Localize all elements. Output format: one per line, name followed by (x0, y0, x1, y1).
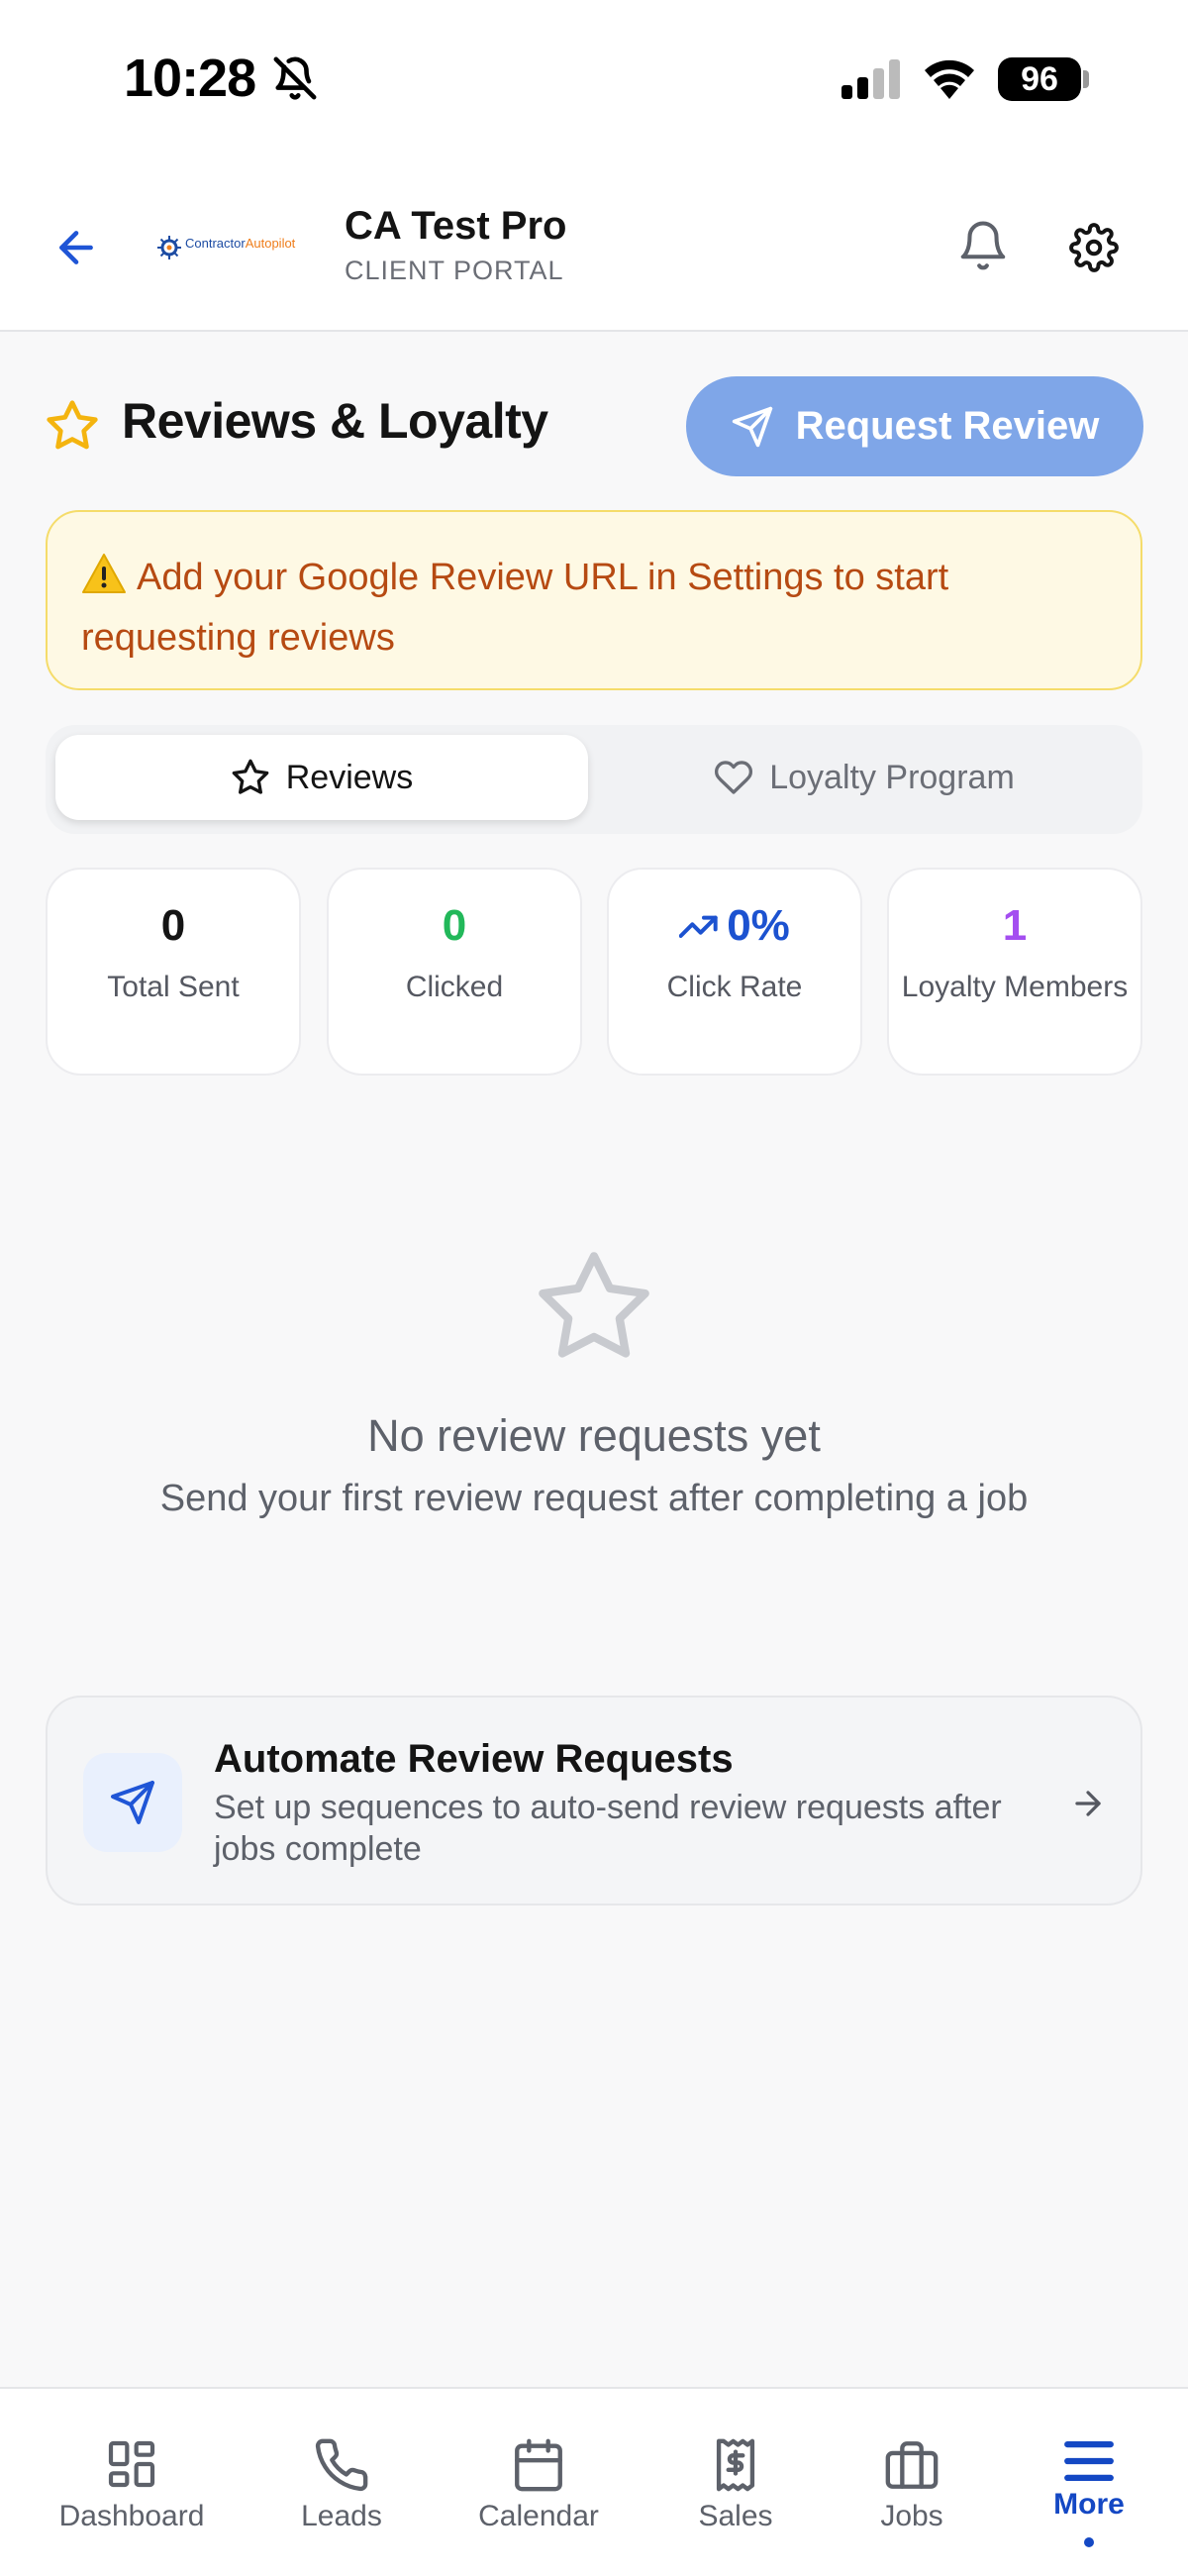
stat-card-loyalty-members: 1 Loyalty Members (887, 868, 1142, 1076)
send-icon (111, 1781, 154, 1824)
battery-indicator: 96 (998, 57, 1081, 101)
receipt-icon (646, 2436, 825, 2494)
warning-banner: Add your Google Review URL in Settings t… (46, 510, 1142, 690)
trending-up-icon (679, 915, 718, 938)
stat-label: Click Rate (666, 971, 803, 1003)
nav-item-leads[interactable]: Leads (252, 2389, 431, 2576)
active-indicator-dot (1084, 2537, 1094, 2547)
back-button[interactable] (51, 223, 101, 272)
stat-label: Clicked (405, 971, 504, 1003)
stat-value: 0 (160, 901, 186, 950)
stat-label: Total Sent (107, 971, 240, 1003)
bottom-nav: Dashboard Leads Calendar Sales Jobs More (0, 2387, 1188, 2576)
star-icon (44, 398, 101, 454)
empty-state-title: No review requests yet (367, 1410, 821, 1461)
stat-label: Loyalty Members (901, 971, 1129, 1003)
company-name: CA Test Pro (345, 204, 567, 248)
stat-value: 0% (727, 901, 790, 950)
arrow-right-icon (1069, 1785, 1107, 1822)
warning-icon (81, 553, 127, 610)
automate-review-requests-card[interactable]: Automate Review Requests Set up sequence… (46, 1696, 1142, 1906)
logo-brand-a: Contractor (185, 236, 246, 251)
nav-label: Calendar (478, 2500, 599, 2532)
arrow-left-icon (59, 231, 93, 264)
empty-state-subtitle: Send your first review request after com… (159, 1478, 1029, 1519)
automate-title: Automate Review Requests (214, 1737, 734, 1781)
stat-card-total-sent: 0 Total Sent (46, 868, 301, 1076)
status-bar: 10:28 96 (0, 0, 1188, 158)
bell-icon (960, 221, 1006, 270)
battery-tip (1083, 70, 1089, 88)
stat-value: 0 (442, 901, 467, 950)
stat-value-wrap: 0% (609, 901, 860, 951)
request-review-button[interactable]: Request Review (686, 376, 1143, 476)
nav-label: More (1053, 2488, 1125, 2521)
briefcase-icon (823, 2436, 1001, 2494)
nav-item-sales[interactable]: Sales (646, 2389, 825, 2576)
calendar-icon (449, 2436, 628, 2494)
menu-icon (1000, 2436, 1178, 2486)
nav-item-jobs[interactable]: Jobs (823, 2389, 1001, 2576)
tab-loyalty-program[interactable]: Loyalty Program (596, 735, 1133, 820)
nav-item-more[interactable]: More (1000, 2389, 1178, 2576)
request-review-label: Request Review (795, 404, 1100, 448)
status-time: 10:28 (124, 49, 256, 108)
empty-star-icon (530, 1246, 658, 1369)
tab-reviews[interactable]: Reviews (55, 735, 588, 820)
settings-button[interactable] (1069, 223, 1119, 272)
nav-item-dashboard[interactable]: Dashboard (43, 2389, 221, 2576)
gear-logo-icon (157, 236, 181, 259)
nav-label: Sales (698, 2500, 773, 2532)
logo-brand-b: Autopilot (245, 236, 296, 251)
heart-icon (715, 761, 753, 794)
automate-description: Set up sequences to auto-send review req… (214, 1789, 1002, 1868)
tabs: Reviews Loyalty Program (46, 725, 1142, 834)
tab-reviews-label: Reviews (285, 758, 414, 796)
send-icon (732, 406, 772, 447)
phone-icon (252, 2436, 431, 2494)
bell-muted-icon (272, 55, 318, 101)
stat-card-clicked: 0 Clicked (327, 868, 582, 1076)
app-header: ContractorAutopilot CA Test Pro CLIENT P… (0, 158, 1188, 332)
notifications-button[interactable] (956, 215, 1010, 276)
send-icon-badge (83, 1753, 182, 1852)
cell-signal-icon (842, 59, 903, 99)
warning-text: Add your Google Review URL in Settings t… (81, 557, 949, 659)
page-title: Reviews & Loyalty (122, 393, 548, 449)
tab-loyalty-label: Loyalty Program (769, 758, 1015, 796)
nav-label: Dashboard (58, 2500, 205, 2532)
company-logo: ContractorAutopilot (155, 228, 314, 267)
wifi-icon (921, 55, 978, 99)
stat-value: 1 (1002, 901, 1028, 950)
nav-label: Leads (301, 2500, 382, 2532)
nav-item-calendar[interactable]: Calendar (449, 2389, 628, 2576)
portal-label: CLIENT PORTAL (345, 256, 564, 285)
star-outline-icon (232, 759, 269, 794)
nav-label: Jobs (880, 2500, 943, 2532)
gear-icon (1069, 223, 1119, 272)
stat-card-click-rate: 0% Click Rate (607, 868, 862, 1076)
dashboard-icon (43, 2436, 221, 2492)
